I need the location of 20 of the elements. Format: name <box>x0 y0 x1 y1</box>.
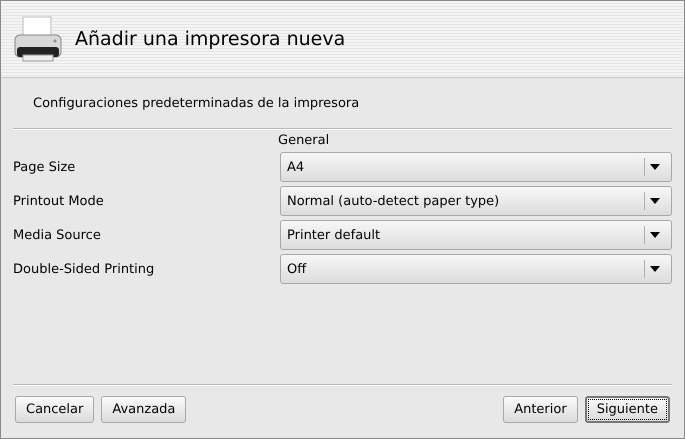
section-subtitle: Configuraciones predeterminadas de la impresora <box>33 96 360 111</box>
dropdown-arrow-icon <box>650 266 660 272</box>
dropdown[interactable]: Printer default <box>280 220 672 250</box>
printer-icon <box>13 15 63 63</box>
dropdown-arrow-icon <box>650 164 660 170</box>
dropdown[interactable]: Normal (auto-detect paper type) <box>280 186 672 216</box>
dialog-button[interactable]: Anterior <box>503 396 578 423</box>
dropdown-arrow-icon <box>650 198 660 204</box>
option-label: Page Size <box>13 160 76 174</box>
dropdown[interactable]: A4 <box>280 152 672 182</box>
default-button[interactable]: Siguiente <box>584 396 670 423</box>
group-title: General <box>278 133 330 148</box>
window-title: Añadir una impresora nueva <box>75 28 346 50</box>
dropdown[interactable]: Off <box>280 254 672 284</box>
dropdown-arrow-icon <box>650 232 660 238</box>
dialog-button[interactable]: Cancelar <box>15 396 94 423</box>
dialog-button[interactable]: Avanzada <box>101 396 186 423</box>
option-label: Printout Mode <box>13 194 104 208</box>
option-label: Media Source <box>13 228 101 242</box>
option-label: Double-Sided Printing <box>13 262 154 276</box>
